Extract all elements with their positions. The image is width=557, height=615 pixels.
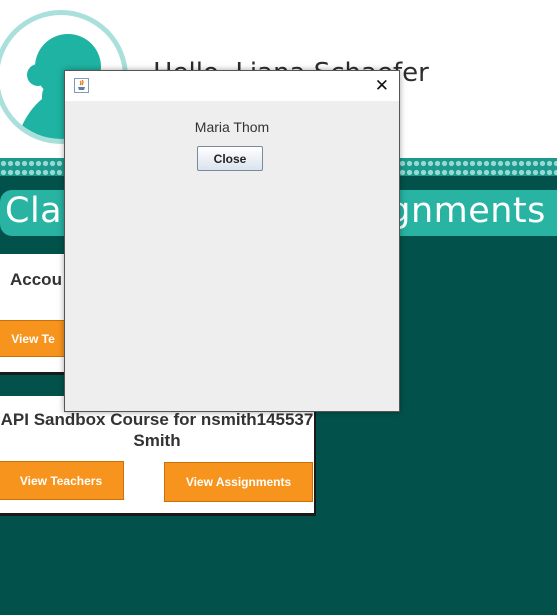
dialog-titlebar[interactable]: ✕ <box>65 71 399 101</box>
teacher-dialog: ✕ Maria Thom Close <box>64 70 400 412</box>
java-icon <box>74 78 89 93</box>
banner-title-right: ignments <box>378 191 546 231</box>
teacher-name: Maria Thom <box>194 119 270 135</box>
close-icon[interactable]: ✕ <box>375 76 389 96</box>
close-button[interactable]: Close <box>197 146 263 171</box>
course-card: API Sandbox Course for nsmith145537 Smit… <box>0 396 316 516</box>
view-assignments-button[interactable]: View Assignments <box>164 462 313 502</box>
java-cup-icon <box>78 79 85 90</box>
view-teachers-button[interactable]: View Te <box>0 320 68 357</box>
view-teachers-button[interactable]: View Teachers <box>0 461 124 500</box>
course-title: API Sandbox Course for nsmith145537 Smit… <box>0 410 314 450</box>
